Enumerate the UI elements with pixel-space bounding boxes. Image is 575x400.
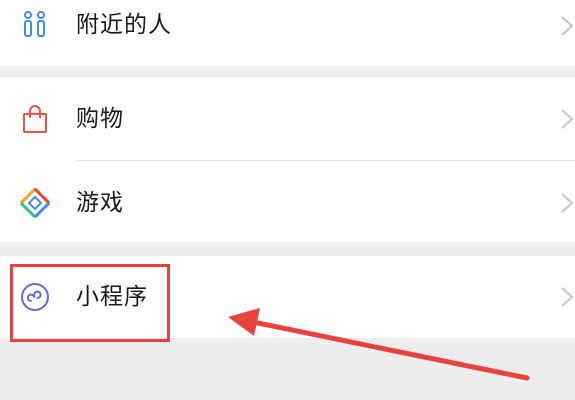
annotation-arrow-icon (228, 308, 530, 381)
discover-screen: 附近的人 购物 游戏 小程序 (0, 0, 575, 400)
